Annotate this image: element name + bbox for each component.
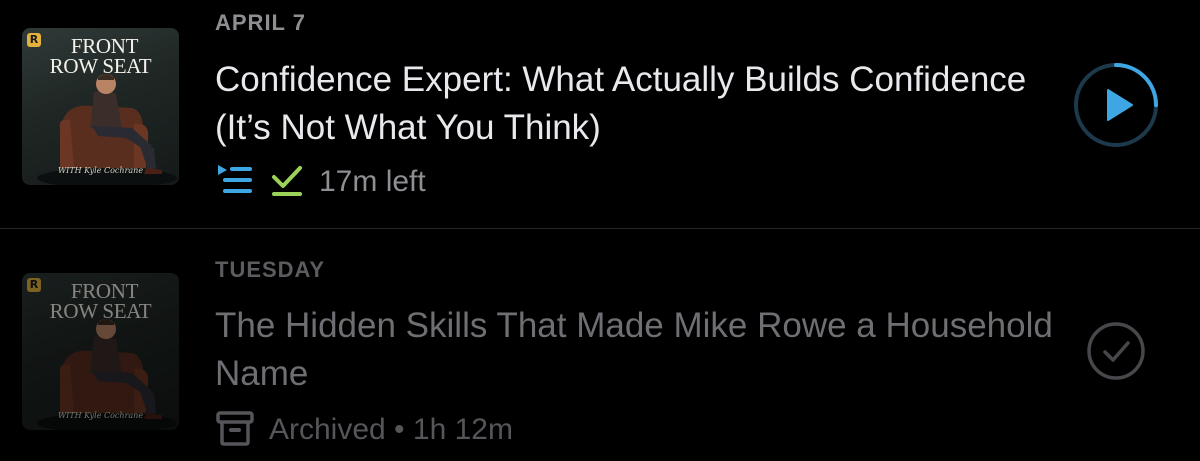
episode-title[interactable]: Confidence Expert: What Actually Builds …: [215, 56, 1055, 152]
episode-row[interactable]: R FRONT ROW SEAT WITH Kyle Cochrane APRI…: [0, 0, 1200, 228]
downloaded-check-icon: [269, 162, 305, 203]
artwork-signature: WITH Kyle Cochrane: [57, 411, 144, 420]
artwork-title-line2: ROW SEAT: [49, 299, 152, 323]
queue-icon[interactable]: [215, 162, 255, 203]
archived-status: Archived • 1h 12m: [269, 413, 513, 446]
podcast-artwork: R FRONT ROW SEAT WITH Kyle Cochrane: [22, 273, 179, 430]
episode-date: APRIL 7: [215, 10, 306, 35]
played-check-icon: [1103, 341, 1130, 362]
episode-meta: Archived • 1h 12m: [215, 410, 513, 450]
episode-row[interactable]: R FRONT ROW SEAT WITH Kyle Cochrane TUES…: [0, 229, 1200, 461]
episode-meta: 17m left: [215, 162, 426, 202]
play-button[interactable]: [1072, 61, 1160, 149]
time-remaining: 17m left: [319, 165, 426, 198]
artwork-title-line2: ROW SEAT: [49, 54, 152, 78]
play-icon: [1107, 89, 1133, 121]
episode-title[interactable]: The Hidden Skills That Made Mike Rowe a …: [215, 302, 1055, 398]
artwork-signature: WITH Kyle Cochrane: [57, 166, 144, 175]
episode-date: TUESDAY: [215, 257, 326, 282]
played-button[interactable]: [1086, 321, 1146, 381]
archive-icon: [215, 408, 255, 453]
podcast-artwork: R FRONT ROW SEAT WITH Kyle Cochrane: [22, 28, 179, 185]
